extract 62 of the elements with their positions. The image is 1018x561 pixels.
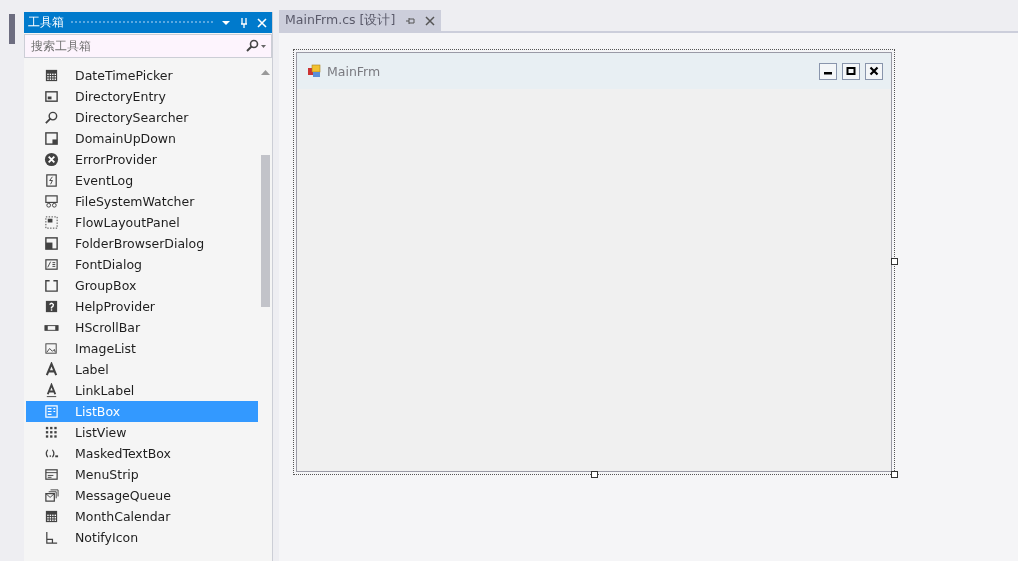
grid-dots-icon (44, 425, 59, 440)
minimize-button[interactable] (819, 62, 837, 80)
form-app-icon (307, 63, 322, 79)
close-icon (869, 66, 879, 76)
list-box-icon (44, 404, 59, 419)
group-frame-icon (44, 278, 59, 293)
toolbox-item[interactable]: MonthCalendar (26, 506, 258, 527)
resize-handle[interactable] (891, 471, 898, 478)
resize-handle[interactable] (891, 258, 898, 265)
calendar-icon (44, 509, 59, 524)
letter-a-icon (44, 362, 59, 377)
form-title: MainFrm (327, 63, 382, 79)
toolbox-item[interactable]: NotifyIcon (26, 527, 258, 548)
calendar-icon (44, 68, 59, 83)
search-icon[interactable] (245, 39, 267, 53)
toolbox-item[interactable]: DirectorySearcher (26, 107, 258, 128)
close-icon[interactable] (425, 15, 436, 26)
toolbox-item[interactable]: HScrollBar (26, 317, 258, 338)
question-icon (44, 299, 59, 314)
magnifier-icon (44, 110, 59, 125)
font-dialog-icon (44, 257, 59, 272)
toolbox-item[interactable]: FolderBrowserDialog (26, 233, 258, 254)
search-field[interactable]: 搜索工具箱 (24, 34, 272, 58)
pin-icon[interactable] (238, 16, 250, 29)
image-list-icon (44, 341, 59, 356)
panel-title: 工具箱 (28, 14, 64, 31)
toolbox-item[interactable]: LinkLabel (26, 380, 258, 401)
scroll-thumb[interactable] (260, 155, 270, 307)
pin-icon[interactable] (405, 15, 416, 26)
toolbox-item[interactable]: FileSystemWatcher (26, 191, 258, 212)
stacked-envelopes-icon (44, 488, 59, 503)
toolbox-item[interactable]: ListView (26, 422, 258, 443)
toolbox-item[interactable]: EventLog (26, 170, 258, 191)
toolbox-item[interactable]: DateTimePicker (26, 65, 258, 86)
maximize-icon (846, 66, 856, 76)
toolbox-item[interactable]: ErrorProvider (26, 149, 258, 170)
toolbox-item[interactable]: GroupBox (26, 275, 258, 296)
dotted-panel-icon (44, 215, 59, 230)
toolbox-item[interactable]: MessageQueue (26, 485, 258, 506)
search-input[interactable]: 搜索工具箱 (29, 38, 245, 54)
lightning-page-icon (44, 173, 59, 188)
menu-bar-icon (44, 467, 59, 482)
scroll-up-icon[interactable] (260, 69, 270, 75)
toolbox-item[interactable]: HelpProvider (26, 296, 258, 317)
document-tab[interactable]: MainFrm.cs [设计] (279, 10, 442, 31)
resize-handle[interactable] (591, 471, 598, 478)
toolbox-item[interactable]: FlowLayoutPanel (26, 212, 258, 233)
form-window[interactable]: MainFrm (296, 52, 892, 472)
window-icon (44, 89, 59, 104)
toolbox-item[interactable]: ImageList (26, 338, 258, 359)
folder-window-icon (44, 236, 59, 251)
toolbox-item[interactable]: FontDialog (26, 254, 258, 275)
close-button[interactable] (865, 62, 883, 80)
maximize-button[interactable] (842, 62, 860, 80)
spinner-box-icon (44, 131, 59, 146)
toolbox-item[interactable]: MaskedTextBox (26, 443, 258, 464)
toolbox-item[interactable]: DomainUpDown (26, 128, 258, 149)
error-icon (44, 152, 59, 167)
toolbox-item[interactable]: Label (26, 359, 258, 380)
toolbox-item[interactable]: MenuStrip (26, 464, 258, 485)
underlined-letter-a-icon (44, 383, 59, 398)
toolbox-item[interactable]: DirectoryEntry (26, 86, 258, 107)
